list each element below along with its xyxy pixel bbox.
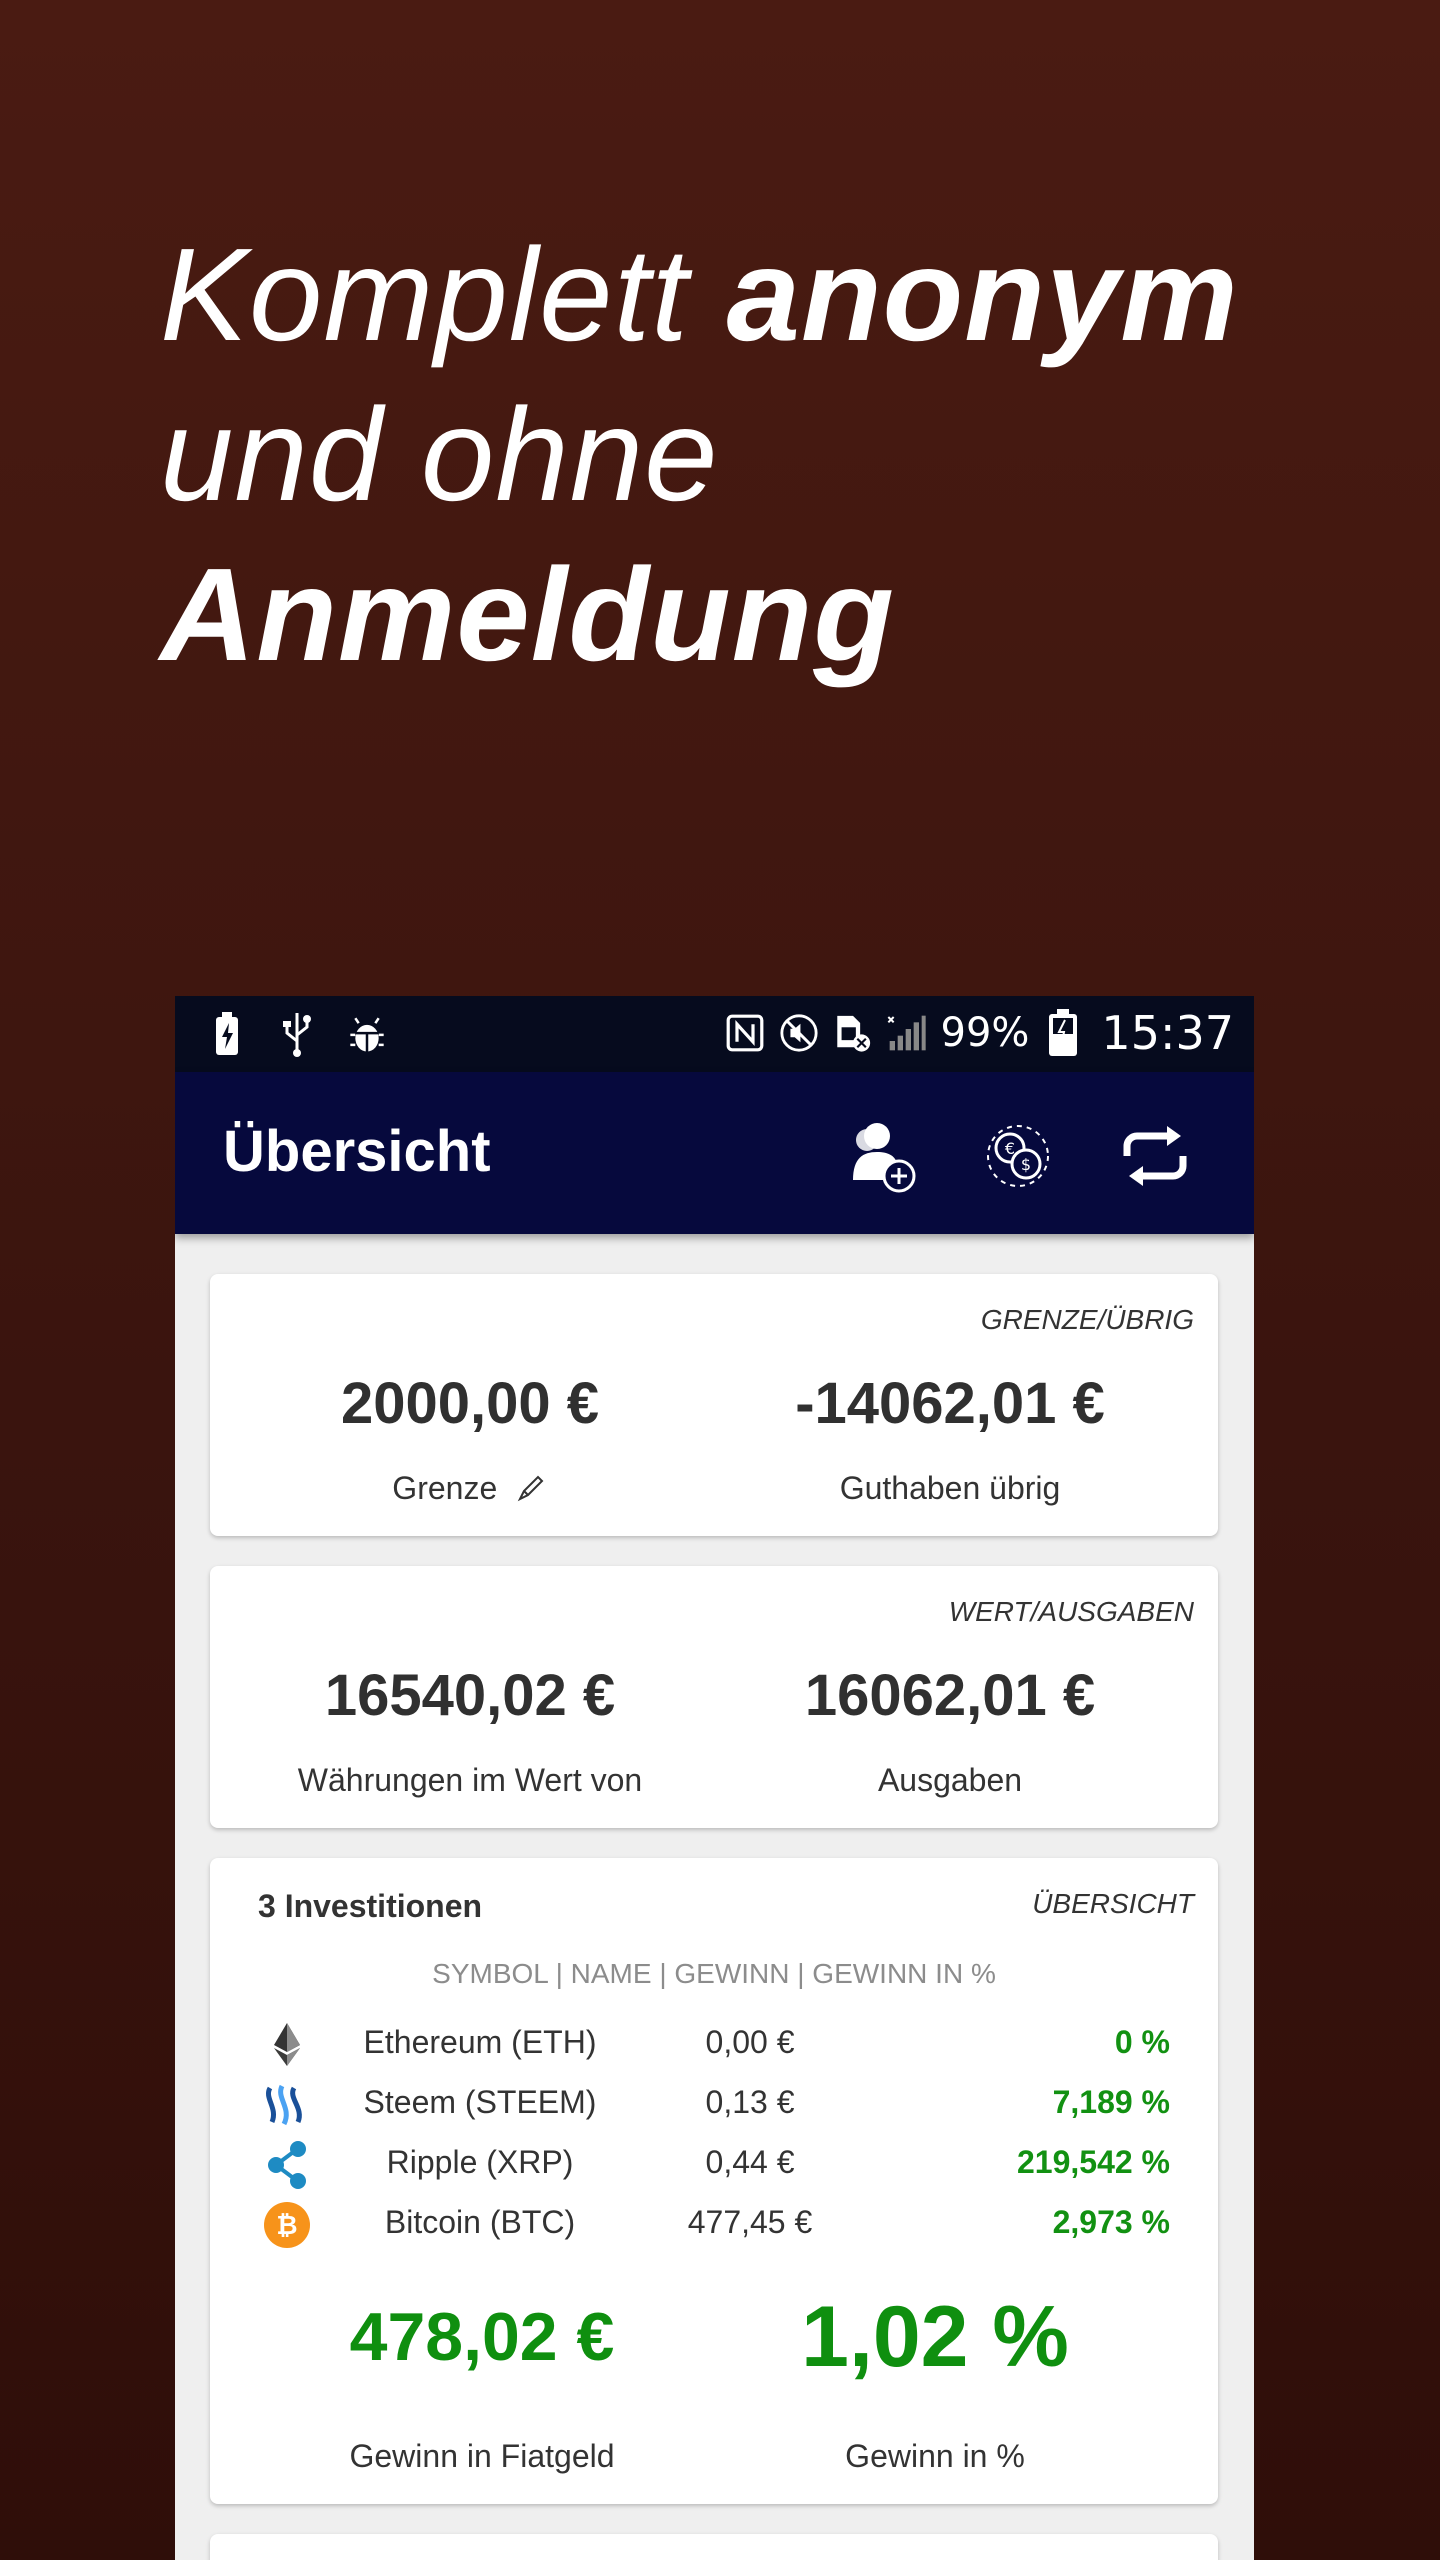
total-gain-percent: 1,02 %: [801, 2289, 1069, 2385]
total-gain-fiat-label: Gewinn in Fiatgeld: [349, 2438, 615, 2474]
total-gain-fiat: 478,02 €: [349, 2299, 615, 2375]
limit-value: 2000,00 €: [340, 1371, 600, 1436]
investments-title: 3 Investitionen: [258, 1888, 483, 1924]
battery-charging-icon: [207, 1010, 247, 1058]
coin-gain-percent: 2,973 %: [1052, 2204, 1170, 2240]
remaining-label: Guthaben übrig: [839, 1470, 1061, 1506]
investments-card: 3 Investitionen ÜBERSICHT SYMBOL | NAME …: [210, 1858, 1218, 2504]
status-bar: 99% 15:37: [175, 996, 1254, 1072]
currency-exchange-icon: € $: [987, 1125, 1049, 1187]
coin-gain-percent: 0 %: [1114, 2024, 1170, 2060]
clock: 15:37: [1101, 1006, 1234, 1060]
ethereum-icon: [262, 2020, 312, 2070]
mute-icon: [779, 1009, 819, 1057]
svg-text:$: $: [1021, 1155, 1031, 1174]
coin-name: Ripple (XRP): [386, 2144, 574, 2180]
spent-label: Ausgaben: [877, 1762, 1023, 1798]
worth-label: Währungen im Wert von: [297, 1762, 643, 1798]
coin-gain: 477,45 €: [687, 2204, 813, 2240]
page-title: Übersicht: [223, 1119, 491, 1184]
limit-card: GRENZE/ÜBRIG 2000,00 € -14062,01 € Grenz…: [210, 1274, 1218, 1536]
coin-gain: 0,44 €: [705, 2144, 795, 2180]
add-user-icon: [853, 1123, 916, 1193]
value-card: WERT/AUSGABEN 16540,02 € 16062,01 € Währ…: [210, 1566, 1218, 1828]
investments-list: Ethereum (ETH) 0,00 € 0 % Steem (STEEM) …: [210, 2014, 1218, 2254]
nfc-icon: [725, 1009, 765, 1057]
limit-edit-button[interactable]: Grenze: [230, 1470, 710, 1508]
coin-gain: 0,00 €: [705, 2024, 795, 2060]
coin-gain-percent: 219,542 %: [1016, 2144, 1170, 2180]
svg-text:€: €: [1005, 1139, 1015, 1158]
signal-icon: [887, 1009, 927, 1057]
spent-value: 16062,01 €: [804, 1663, 1096, 1728]
total-gain-percent-label: Gewinn in %: [845, 2438, 1025, 2474]
battery-icon: [1043, 1009, 1083, 1057]
list-item[interactable]: Ethereum (ETH) 0,00 € 0 %: [210, 2014, 1218, 2074]
steem-icon: [262, 2080, 312, 2130]
worth-value: 16540,02 €: [324, 1663, 616, 1728]
investments-tag[interactable]: ÜBERSICHT: [1032, 1888, 1194, 1920]
app-bar: Übersicht € $: [175, 1072, 1254, 1234]
value-card-tag: WERT/AUSGABEN: [948, 1596, 1194, 1627]
debug-icon: [347, 1010, 387, 1058]
coin-name: Ethereum (ETH): [363, 2024, 597, 2060]
promo-line-1-normal: Komplett: [160, 221, 727, 368]
currency-exchange-button[interactable]: € $: [978, 1116, 1058, 1196]
promo-line-3: Anmeldung: [160, 541, 895, 688]
refresh-icon: [1123, 1126, 1187, 1186]
phone-screen: 99% 15:37 Übersicht € $ GRENZE/ÜBRIG 200…: [175, 996, 1254, 2560]
ripple-icon: [262, 2140, 312, 2190]
sim-off-icon: [833, 1009, 873, 1057]
promo-headline: Komplett anonym und ohne Anmeldung: [160, 215, 1260, 695]
usb-icon: [277, 1010, 317, 1058]
coin-gain: 0,13 €: [705, 2084, 795, 2120]
svg-text:₿: ₿: [276, 2211, 297, 2241]
promo-line-2: und ohne: [160, 381, 719, 528]
limit-label: Grenze: [392, 1470, 498, 1506]
promo-line-1-bold: anonym: [726, 221, 1239, 368]
coin-name: Steem (STEEM): [363, 2084, 597, 2120]
list-item[interactable]: Ripple (XRP) 0,44 € 219,542 %: [210, 2134, 1218, 2194]
pencil-icon: [516, 1471, 548, 1508]
investments-header: SYMBOL | NAME | GEWINN | GEWINN IN %: [432, 1958, 996, 1989]
list-item[interactable]: ₿ Bitcoin (BTC) 477,45 € 2,973 %: [210, 2194, 1218, 2254]
promo-line-1: Komplett anonym: [160, 215, 1260, 375]
battery-percent: 99%: [940, 1010, 1030, 1056]
list-item[interactable]: Steem (STEEM) 0,13 € 7,189 %: [210, 2074, 1218, 2134]
limit-card-tag: GRENZE/ÜBRIG: [980, 1304, 1194, 1335]
bitcoin-icon: ₿: [262, 2200, 312, 2250]
coin-name: Bitcoin (BTC): [384, 2204, 576, 2240]
coin-gain-percent: 7,189 %: [1052, 2084, 1170, 2120]
refresh-button[interactable]: [1115, 1116, 1195, 1196]
next-card: [210, 2534, 1218, 2560]
add-user-button[interactable]: [841, 1116, 921, 1196]
remaining-value: -14062,01 €: [795, 1371, 1105, 1436]
